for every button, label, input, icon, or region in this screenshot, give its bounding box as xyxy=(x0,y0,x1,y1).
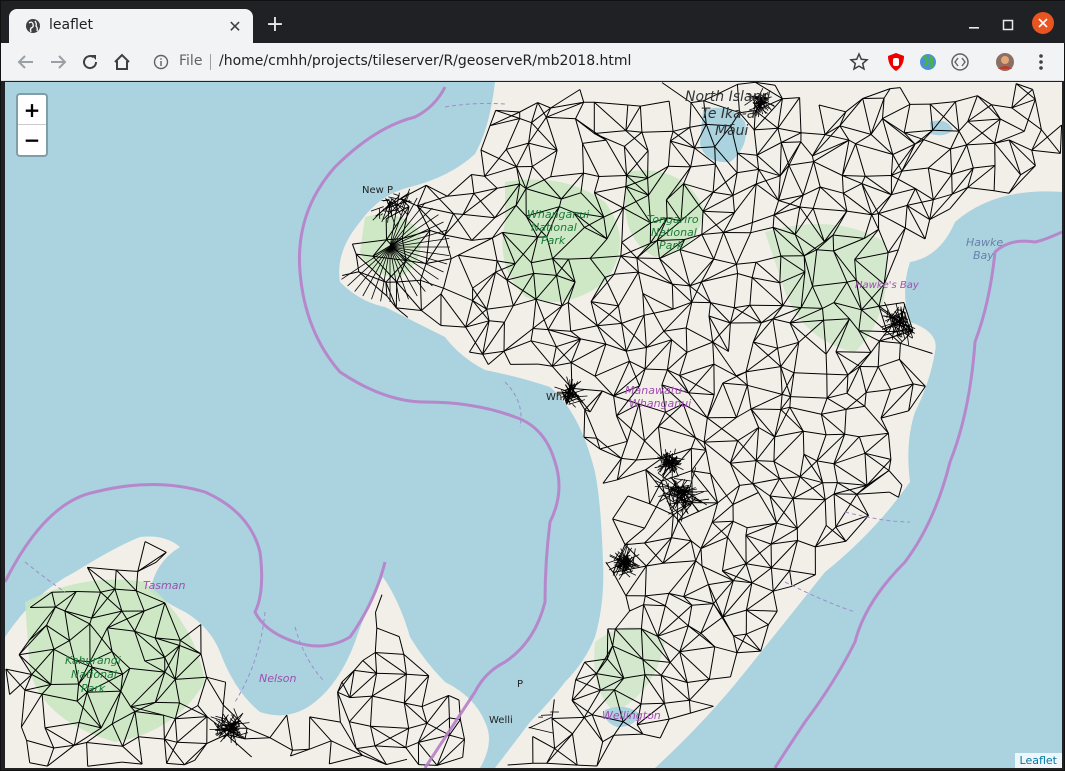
extension-code-icon[interactable] xyxy=(950,52,970,72)
tab-title: leaflet xyxy=(49,17,94,33)
map-viewport[interactable]: North Island Te Ika-a- Māui Whanganui Na… xyxy=(5,82,1062,768)
scheme-label: File xyxy=(179,53,203,69)
label-kahurangi-1: Kahurangi xyxy=(65,654,121,667)
info-icon[interactable] xyxy=(153,54,169,70)
label-tongariro-np-1: Tongariro xyxy=(647,213,699,226)
north-island-land xyxy=(339,82,1062,768)
extension-globe-icon[interactable] xyxy=(918,52,938,72)
label-tongariro-np-2: National xyxy=(651,226,697,239)
label-maui: Māui xyxy=(715,123,749,139)
minimize-icon[interactable] xyxy=(962,13,986,37)
attribution-link[interactable]: Leaflet xyxy=(1014,753,1062,768)
reload-icon[interactable] xyxy=(77,49,103,75)
back-arrow-icon[interactable] xyxy=(13,49,39,75)
tab-leaflet[interactable]: leaflet ✕ xyxy=(9,9,253,43)
tab-strip: leaflet ✕ + xyxy=(1,1,1065,43)
label-hawke-1: Hawke xyxy=(966,236,1004,249)
label-kahurangi-3: Park xyxy=(81,682,106,695)
tab-close-icon[interactable]: ✕ xyxy=(225,16,245,36)
bookmark-star-icon[interactable] xyxy=(849,52,869,72)
label-hawke-2: Bay xyxy=(973,249,994,262)
label-north-island: North Island xyxy=(685,89,771,105)
maximize-icon[interactable] xyxy=(996,13,1020,37)
window-close-icon[interactable] xyxy=(1032,12,1054,34)
label-wellington-city: Welli xyxy=(489,715,513,726)
globe-icon xyxy=(26,19,40,33)
label-manawatu-1: Manawatu- xyxy=(625,384,686,397)
new-tab-button[interactable]: + xyxy=(263,14,287,38)
label-tongariro-np-3: Park xyxy=(659,239,684,252)
zoom-in-button[interactable]: + xyxy=(18,95,46,125)
label-manawatu-2: Whanganui xyxy=(629,397,692,410)
forward-arrow-icon[interactable] xyxy=(45,49,71,75)
label-hawkes-bay-region: Hawke's Bay xyxy=(855,280,919,291)
label-kahurangi-2: National xyxy=(71,668,117,681)
profile-avatar-icon[interactable] xyxy=(995,52,1015,72)
label-whanganui-np-2: National xyxy=(531,221,577,234)
label-whanganui-np-3: Park xyxy=(541,234,566,247)
address-bar[interactable]: File /home/cmhh/projects/tileserver/R/ge… xyxy=(143,47,879,77)
label-te-ika: Te Ika-a- xyxy=(701,106,761,122)
map-canvas[interactable] xyxy=(5,82,1062,768)
label-nelson: Nelson xyxy=(259,672,297,685)
label-tasman: Tasman xyxy=(143,579,186,592)
zoom-control: + − xyxy=(16,93,48,157)
label-whanganui-np-1: Whanganui xyxy=(527,208,590,221)
menu-dots-icon[interactable] xyxy=(1031,52,1051,72)
omnibox-separator xyxy=(210,54,211,70)
label-porirua: P xyxy=(517,679,524,690)
label-new-plymouth: New P xyxy=(362,185,394,196)
browser-window: leaflet ✕ + File /home/cmhh/projects/til… xyxy=(0,0,1065,771)
ublock-icon[interactable] xyxy=(886,52,906,72)
label-wellington: Wellington xyxy=(602,709,661,722)
url-text[interactable]: /home/cmhh/projects/tileserver/R/geoserv… xyxy=(219,53,631,69)
browser-toolbar: File /home/cmhh/projects/tileserver/R/ge… xyxy=(1,43,1064,81)
zoom-out-button[interactable]: − xyxy=(18,125,46,155)
home-icon[interactable] xyxy=(109,49,135,75)
label-whanganui: Wh xyxy=(546,392,563,403)
